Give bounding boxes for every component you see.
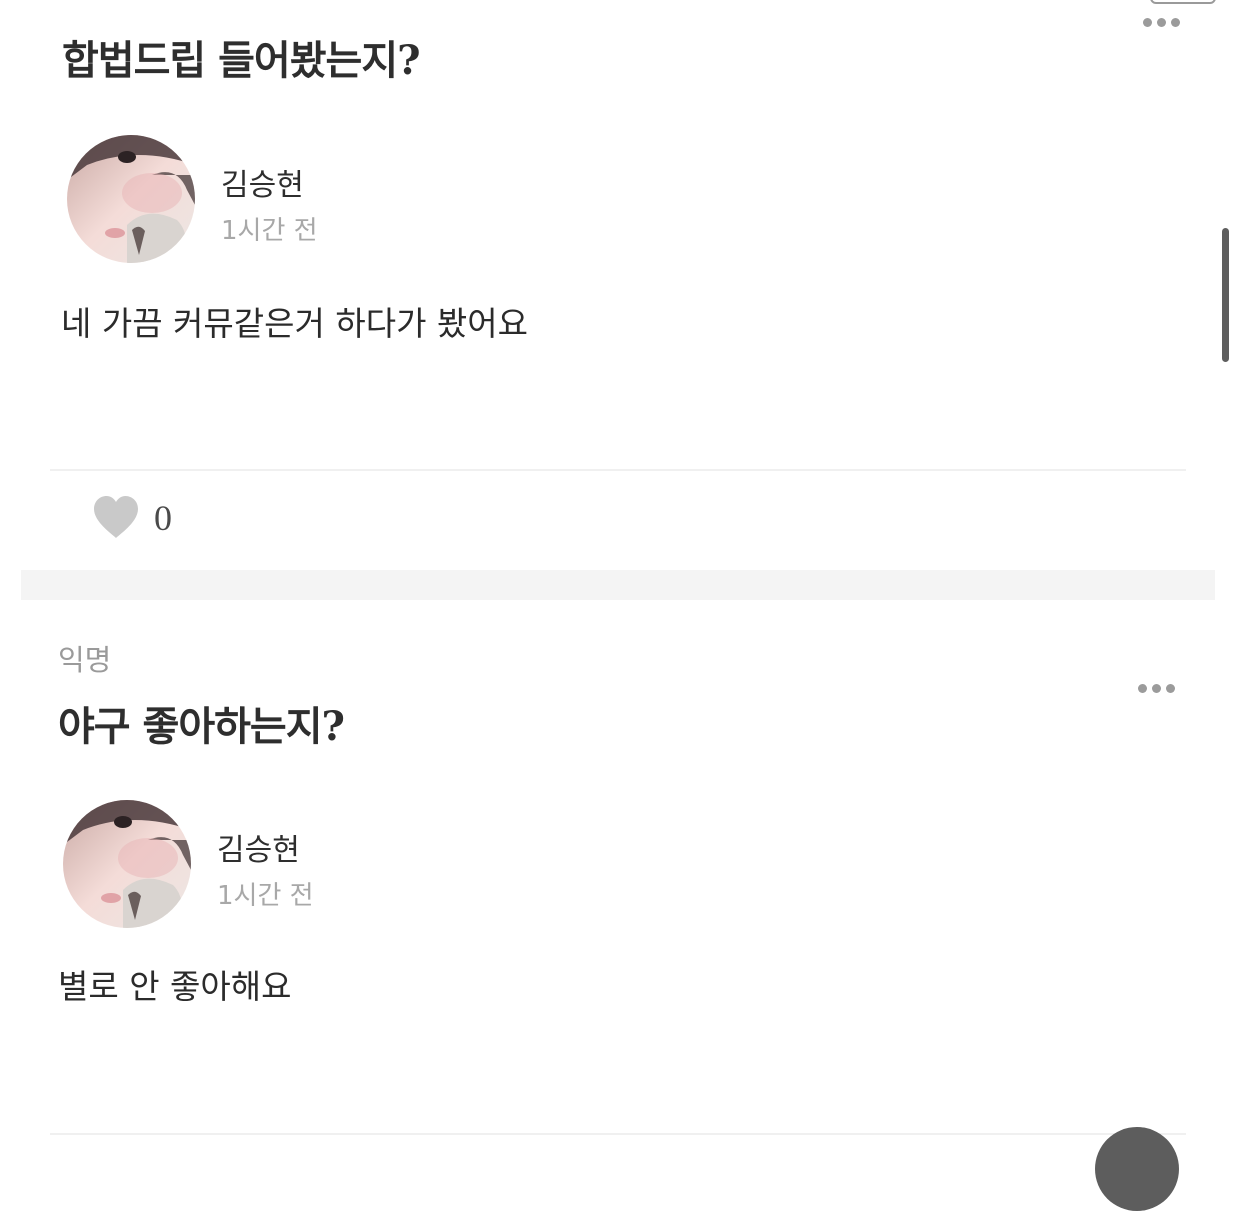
question-mark: ? — [397, 37, 420, 84]
question-mark: ? — [321, 703, 345, 750]
battery-indicator — [1150, 0, 1216, 4]
floating-action-button[interactable] — [1095, 1127, 1179, 1211]
avatar-image — [67, 135, 195, 263]
author-name[interactable]: 김승현 — [221, 160, 304, 204]
like-button[interactable] — [91, 494, 141, 544]
answer-text: 네 가끔 커뮤같은거 하다가 봤어요 — [61, 304, 528, 343]
post-time: 1시간 전 — [221, 216, 318, 246]
dot — [1166, 684, 1175, 693]
dot — [1157, 18, 1166, 27]
divider — [50, 469, 1186, 471]
avatar[interactable] — [67, 135, 195, 263]
question-text: 합법드립 들어봤는지 — [62, 38, 398, 84]
question-title: 합법드립 들어봤는지? — [62, 28, 421, 86]
avatar-image — [63, 800, 191, 928]
heart-icon — [94, 496, 138, 538]
post-time: 1시간 전 — [217, 881, 314, 911]
anonymous-label: 익명 — [58, 643, 112, 677]
scrollbar-thumb[interactable] — [1222, 228, 1229, 362]
dot — [1171, 18, 1180, 27]
dot — [1152, 684, 1161, 693]
section-separator — [21, 570, 1215, 600]
author-name[interactable]: 김승현 — [217, 825, 300, 869]
avatar[interactable] — [63, 800, 191, 928]
answer-text: 별로 안 좋아해요 — [58, 967, 292, 1006]
more-options-icon[interactable] — [1143, 18, 1180, 27]
question-text: 야구 좋아하는지 — [58, 704, 323, 750]
dot — [1138, 684, 1147, 693]
like-count: 0 — [154, 498, 172, 538]
question-title: 야구 좋아하는지? — [58, 694, 345, 752]
dot — [1143, 18, 1152, 27]
more-options-icon[interactable] — [1138, 684, 1175, 693]
divider — [50, 1133, 1186, 1135]
